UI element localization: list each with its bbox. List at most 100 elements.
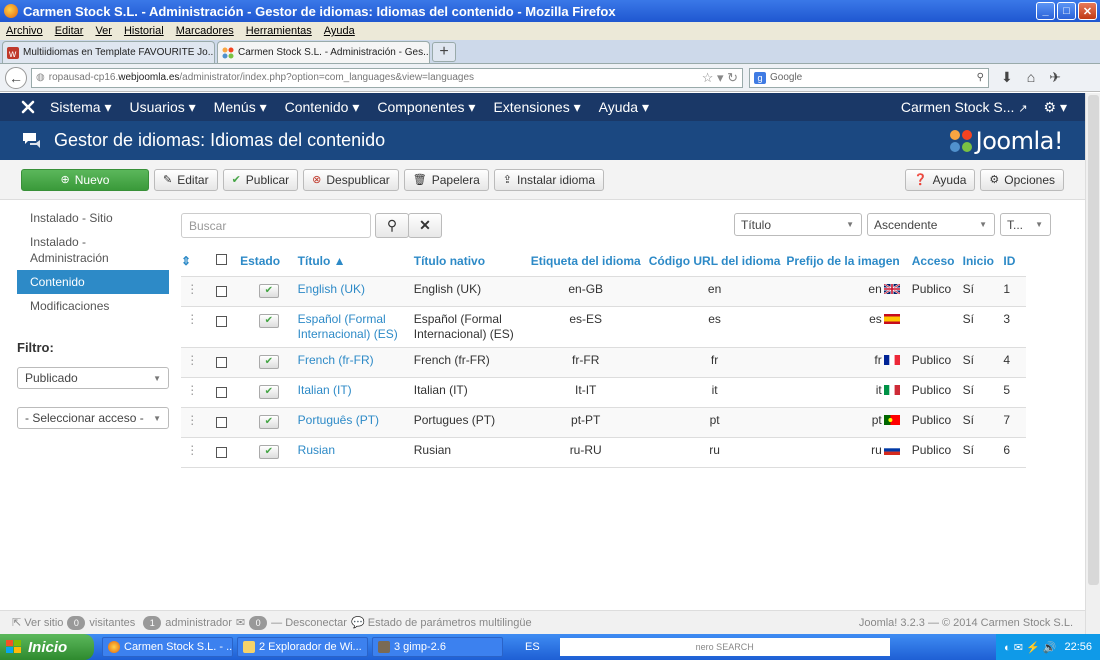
multilang-status-link[interactable]: 💬 Estado de parámetros multilingüe xyxy=(351,616,532,629)
drag-handle-icon[interactable]: ⋮ xyxy=(181,276,204,307)
language-title-link[interactable]: Italian (IT) xyxy=(298,383,352,397)
taskbar-gimp[interactable]: 3 gimp-2.6 xyxy=(372,637,503,657)
menu-herramientas[interactable]: Herramientas xyxy=(240,25,318,37)
order-direction-select[interactable]: Ascendente ▼ xyxy=(867,213,995,236)
search-button[interactable]: ⚲ xyxy=(375,213,409,238)
new-tab-button[interactable]: + xyxy=(432,42,456,62)
browser-tab-carmen-stock[interactable]: Carmen Stock S.L. - Administración - Ges… xyxy=(217,41,430,63)
row-checkbox[interactable] xyxy=(216,285,228,297)
row-checkbox[interactable] xyxy=(216,416,228,428)
close-button[interactable]: ✕ xyxy=(1078,2,1097,20)
user-menu-gear-icon[interactable]: ⚙ ▾ xyxy=(1044,99,1067,116)
google-icon[interactable]: g xyxy=(754,71,766,84)
nav-menus[interactable]: Menús ▾ xyxy=(214,99,267,116)
menu-ver[interactable]: Ver xyxy=(89,25,118,37)
col-estado[interactable]: Estado xyxy=(240,246,298,277)
col-etiqueta[interactable]: Etiqueta del idioma xyxy=(526,246,646,277)
taskbar-explorer[interactable]: 2 Explorador de Wi... xyxy=(237,637,368,657)
nav-sistema[interactable]: Sistema ▾ xyxy=(50,99,112,116)
drag-handle-icon[interactable]: ⋮ xyxy=(181,347,204,378)
row-checkbox[interactable] xyxy=(216,446,228,458)
clear-button[interactable]: ✕ xyxy=(408,213,442,238)
language-title-link[interactable]: Rusian xyxy=(298,443,335,457)
drag-handle-icon[interactable]: ⋮ xyxy=(181,377,204,408)
col-inicio[interactable]: Inicio xyxy=(962,246,1004,277)
language-title-link[interactable]: French (fr-FR) xyxy=(298,353,374,367)
joomla-logo-icon[interactable] xyxy=(20,99,36,115)
help-button[interactable]: ❓ Ayuda xyxy=(904,168,976,191)
edit-button[interactable]: ✎ Editar xyxy=(154,168,218,191)
col-acceso[interactable]: Acceso xyxy=(911,246,963,277)
nav-ayuda[interactable]: Ayuda ▾ xyxy=(599,99,649,116)
sidebar-item-installed-site[interactable]: Instalado - Sitio xyxy=(17,206,169,230)
download-icon[interactable]: ⬇ xyxy=(1001,69,1013,86)
sidebar-item-installed-admin[interactable]: Instalado - Administración xyxy=(17,230,169,270)
nav-contenido[interactable]: Contenido ▾ xyxy=(285,99,360,116)
list-limit-select[interactable]: T... ▼ xyxy=(1000,213,1051,236)
menu-marcadores[interactable]: Marcadores xyxy=(170,25,240,37)
row-checkbox[interactable] xyxy=(216,386,228,398)
check-all-checkbox[interactable] xyxy=(216,253,228,265)
back-button[interactable]: ← xyxy=(5,66,27,89)
unpublish-button[interactable]: ⊗ Despublicar xyxy=(303,168,399,191)
start-button[interactable]: Inicio xyxy=(0,634,94,660)
messages-count-badge[interactable]: 0 xyxy=(249,615,268,630)
col-prefijo[interactable]: Prefijo de la imagen xyxy=(784,246,912,277)
search-icon[interactable]: ⚲ xyxy=(977,72,984,83)
published-check-icon[interactable]: ✔ xyxy=(258,444,279,459)
drag-handle-icon[interactable]: ⋮ xyxy=(181,407,204,438)
col-titulo[interactable]: Título ▲ xyxy=(297,246,414,277)
options-button[interactable]: ⚙ Opciones xyxy=(980,168,1064,191)
drag-handle-icon[interactable]: ⋮ xyxy=(181,306,204,348)
language-title-link[interactable]: Español (Formal Internacional) (ES) xyxy=(298,312,398,341)
col-id[interactable]: ID xyxy=(1003,246,1026,277)
menu-archivo[interactable]: Archivo xyxy=(0,25,49,37)
language-indicator[interactable]: ES xyxy=(525,641,540,653)
nav-componentes[interactable]: Componentes ▾ xyxy=(377,99,475,116)
vertical-scrollbar[interactable] xyxy=(1085,93,1100,634)
disconnect-link[interactable]: — Desconectar xyxy=(271,617,347,629)
col-titulo-nativo[interactable]: Título nativo xyxy=(413,246,527,277)
menu-ayuda[interactable]: Ayuda xyxy=(318,25,361,37)
filter-published-select[interactable]: Publicado ▼ xyxy=(17,367,169,389)
col-codigo[interactable]: Código URL del idioma xyxy=(645,246,785,277)
new-button[interactable]: ⊕ Nuevo xyxy=(21,168,149,191)
install-language-button[interactable]: ⇪ Instalar idioma xyxy=(493,168,605,191)
menu-editar[interactable]: Editar xyxy=(49,25,90,37)
row-checkbox[interactable] xyxy=(216,315,228,327)
bookmark-star-icon[interactable]: ☆ ▾ ↻ xyxy=(702,70,738,86)
trash-button[interactable]: 🗑 Papelera xyxy=(403,168,489,191)
minimize-button[interactable]: _ xyxy=(1036,2,1055,20)
nav-extensiones[interactable]: Extensiones ▾ xyxy=(493,99,580,116)
published-check-icon[interactable]: ✔ xyxy=(258,283,279,298)
nav-usuarios[interactable]: Usuarios ▾ xyxy=(130,99,196,116)
ordering-sort-icon[interactable]: ⇕ xyxy=(181,246,204,277)
nero-search-box[interactable]: nero SEARCH xyxy=(559,638,890,656)
sidebar-item-overrides[interactable]: Modificaciones xyxy=(17,294,169,318)
tray-icons[interactable]: ◐ ✉ ⚡ 🔊 xyxy=(1004,641,1056,654)
addon-icon[interactable]: ✈ xyxy=(1049,69,1061,86)
published-check-icon[interactable]: ✔ xyxy=(258,384,279,399)
published-check-icon[interactable]: ✔ xyxy=(258,414,279,429)
language-title-link[interactable]: Português (PT) xyxy=(298,413,379,427)
search-input[interactable]: Buscar xyxy=(181,213,371,238)
maximize-button[interactable]: □ xyxy=(1057,2,1076,20)
drag-handle-icon[interactable]: ⋮ xyxy=(181,437,204,468)
language-title-link[interactable]: English (UK) xyxy=(298,282,365,296)
sidebar-item-content[interactable]: Contenido xyxy=(17,270,169,294)
view-site-link[interactable]: ⇱ Ver sitio xyxy=(12,616,63,629)
order-field-select[interactable]: Título ▼ xyxy=(734,213,862,236)
web-search-box[interactable]: g Google ⚲ xyxy=(749,67,989,88)
filter-access-select[interactable]: - Seleccionar acceso - ▼ xyxy=(17,407,169,429)
site-link[interactable]: Carmen Stock S... ↗ xyxy=(901,99,1028,115)
published-check-icon[interactable]: ✔ xyxy=(258,354,279,369)
taskbar-firefox[interactable]: Carmen Stock S.L. - ... xyxy=(102,637,233,657)
scrollbar-thumb[interactable] xyxy=(1088,95,1099,585)
browser-tab-multiidiomas[interactable]: w Multiidiomas en Template FAVOURITE Jo.… xyxy=(2,41,215,63)
row-checkbox[interactable] xyxy=(216,356,228,368)
home-icon[interactable]: ⌂ xyxy=(1027,69,1035,86)
menu-historial[interactable]: Historial xyxy=(118,25,170,37)
publish-button[interactable]: ✔ Publicar xyxy=(222,168,299,191)
published-check-icon[interactable]: ✔ xyxy=(258,313,279,328)
address-bar[interactable]: ◍ ropausad-cp16. webjoomla.es/administrat… xyxy=(31,67,743,88)
